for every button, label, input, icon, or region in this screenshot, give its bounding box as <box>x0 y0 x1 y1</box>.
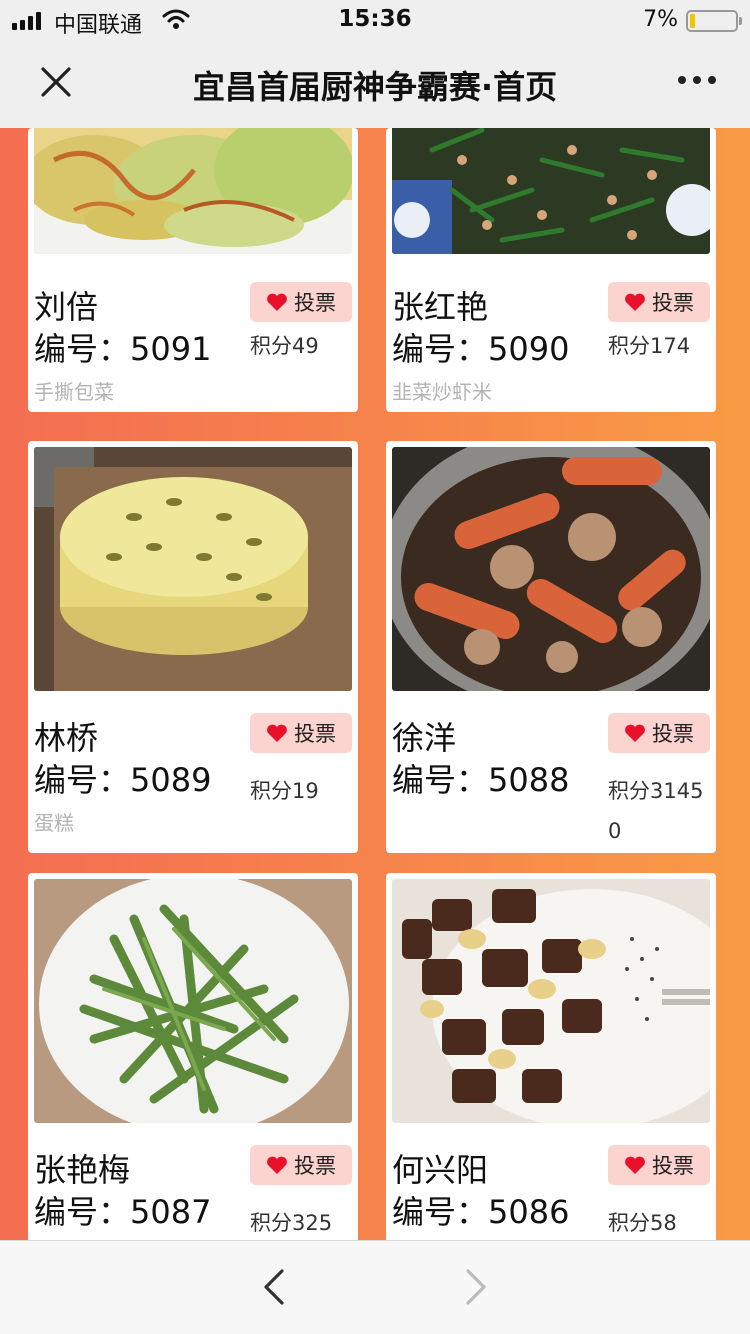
battery-icon <box>686 10 742 32</box>
dish-photo[interactable] <box>34 447 352 691</box>
score-text: 积分325 <box>250 1211 333 1235</box>
dish-name: 韭菜炒虾米 <box>392 380 492 404</box>
back-arrow-icon[interactable] <box>258 1267 290 1307</box>
forward-arrow-icon[interactable] <box>460 1267 492 1307</box>
heart-icon <box>625 1156 645 1174</box>
entry-card[interactable]: 刘倍 编号：5091 手撕包菜 投票 积分49 <box>28 128 358 412</box>
entry-card[interactable]: 张红艳 编号：5090 韭菜炒虾米 投票 积分174 <box>386 128 716 412</box>
heart-icon <box>267 293 287 311</box>
vote-button[interactable]: 投票 <box>250 282 352 322</box>
dish-name: 手撕包菜 <box>34 380 114 404</box>
dish-name: 蛋糕 <box>34 811 74 835</box>
vote-button[interactable]: 投票 <box>250 713 352 753</box>
heart-icon <box>625 724 645 742</box>
clock: 15:36 <box>338 6 412 32</box>
browser-toolbar <box>0 1240 750 1334</box>
heart-icon <box>267 1156 287 1174</box>
entrant-name: 林桥 <box>34 719 99 757</box>
entry-card[interactable]: 林桥 编号：5089 蛋糕 投票 积分19 <box>28 441 358 853</box>
dish-photo[interactable] <box>392 128 710 254</box>
entrant-name: 何兴阳 <box>392 1151 489 1189</box>
entrant-name: 刘倍 <box>34 288 99 326</box>
vote-label: 投票 <box>294 1154 336 1178</box>
dish-photo[interactable] <box>34 128 352 254</box>
entry-card[interactable]: 何兴阳 编号：5086 投票 积分58 <box>386 873 716 1240</box>
close-icon[interactable] <box>36 62 76 102</box>
heart-icon <box>625 293 645 311</box>
score-text: 积分19 <box>250 779 319 803</box>
vote-label: 投票 <box>294 291 336 315</box>
nav-bar: 宜昌首届厨神争霸赛·首页 <box>0 40 750 128</box>
entry-number: 编号：5088 <box>392 761 570 799</box>
entrant-name: 徐洋 <box>392 719 457 757</box>
entry-number: 编号：5086 <box>392 1193 570 1231</box>
battery-percent: 7% <box>643 7 678 32</box>
entry-number: 编号：5090 <box>392 330 570 368</box>
dish-photo[interactable] <box>392 879 710 1123</box>
status-bar: 中国联通 15:36 7% <box>0 0 750 40</box>
score-text: 积分174 <box>608 334 691 358</box>
entry-grid[interactable]: 刘倍 编号：5091 手撕包菜 投票 积分49 张红艳 编号：5090 韭菜炒虾… <box>0 128 750 1240</box>
vote-button[interactable]: 投票 <box>608 1145 710 1185</box>
vote-label: 投票 <box>652 722 694 746</box>
vote-button[interactable]: 投票 <box>608 713 710 753</box>
vote-label: 投票 <box>652 1154 694 1178</box>
score-text: 积分31450 <box>608 779 704 843</box>
heart-icon <box>267 724 287 742</box>
page-title: 宜昌首届厨神争霸赛·首页 <box>192 68 558 106</box>
vote-label: 投票 <box>652 291 694 315</box>
dish-photo[interactable] <box>392 447 710 691</box>
entry-number: 编号：5087 <box>34 1193 212 1231</box>
entry-number: 编号：5091 <box>34 330 212 368</box>
dish-photo[interactable] <box>34 879 352 1123</box>
more-icon[interactable] <box>678 76 716 84</box>
vote-button[interactable]: 投票 <box>250 1145 352 1185</box>
score-text: 积分58 <box>608 1211 677 1235</box>
entry-number: 编号：5089 <box>34 761 212 799</box>
vote-label: 投票 <box>294 722 336 746</box>
entrant-name: 张艳梅 <box>34 1151 131 1189</box>
entry-card[interactable]: 徐洋 编号：5088 投票 积分31450 <box>386 441 716 853</box>
score-text: 积分49 <box>250 334 319 358</box>
vote-button[interactable]: 投票 <box>608 282 710 322</box>
entrant-name: 张红艳 <box>392 288 489 326</box>
entry-card[interactable]: 张艳梅 编号：5087 投票 积分325 <box>28 873 358 1240</box>
